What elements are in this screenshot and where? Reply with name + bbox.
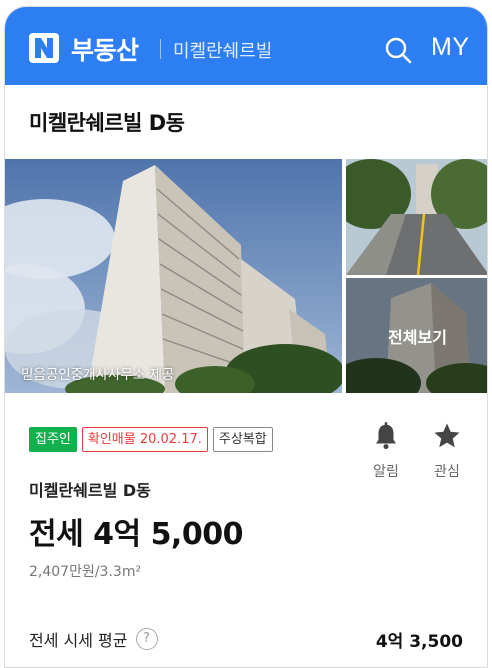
brand-title[interactable]: 부동산: [71, 31, 139, 67]
view-all-photo[interactable]: 전체보기: [346, 278, 487, 393]
street-image: [346, 159, 487, 275]
app-frame: 부동산 미켈란쉐르빌 MY 미켈란쉐르빌 D동 믿음공인중개사사무소 제공 전체…: [4, 6, 488, 668]
search-button[interactable]: [383, 35, 413, 65]
average-price-label: 전세 시세 평균: [29, 631, 128, 650]
search-icon: [385, 37, 412, 64]
street-photo[interactable]: [346, 159, 487, 275]
listing-price: 전세 4억 5,000: [29, 517, 243, 552]
alarm-label: 알림: [373, 464, 399, 480]
header-bar: 부동산 미켈란쉐르빌 MY: [5, 7, 487, 85]
listing-name: 미켈란쉐르빌 D동: [29, 481, 151, 500]
star-icon: [434, 423, 460, 448]
photo-credit: 믿음공인중개사사무소 제공: [21, 367, 175, 383]
favorite-button[interactable]: 관심: [422, 421, 472, 481]
view-all-button[interactable]: 전체보기: [346, 278, 487, 393]
naver-logo[interactable]: [29, 33, 59, 63]
unit-price: 2,407만원/3.3m²: [29, 564, 142, 580]
header-divider: [160, 39, 161, 59]
help-icon[interactable]: ?: [135, 628, 158, 650]
my-button[interactable]: MY: [431, 33, 470, 62]
building-photo: [5, 159, 342, 393]
average-price-row: 전세 시세 평균 ?: [29, 627, 158, 651]
owner-badge: 집주인: [29, 427, 77, 452]
page-title: 미켈란쉐르빌 D동: [29, 111, 185, 135]
naver-n-icon: [35, 38, 53, 58]
bell-icon: [376, 422, 396, 450]
alarm-button[interactable]: 알림: [361, 421, 411, 481]
average-price-value: 4억 3,500: [375, 632, 463, 652]
confirmed-listing-badge: 확인매물 20.02.17.: [81, 427, 208, 452]
main-photo[interactable]: 믿음공인중개사사무소 제공: [5, 159, 342, 393]
favorite-label: 관심: [434, 464, 460, 480]
property-type-badge: 주상복합: [212, 427, 273, 452]
listing-tags: 집주인 확인매물 20.02.17. 주상복합: [29, 427, 273, 452]
complex-name[interactable]: 미켈란쉐르빌: [173, 37, 272, 63]
